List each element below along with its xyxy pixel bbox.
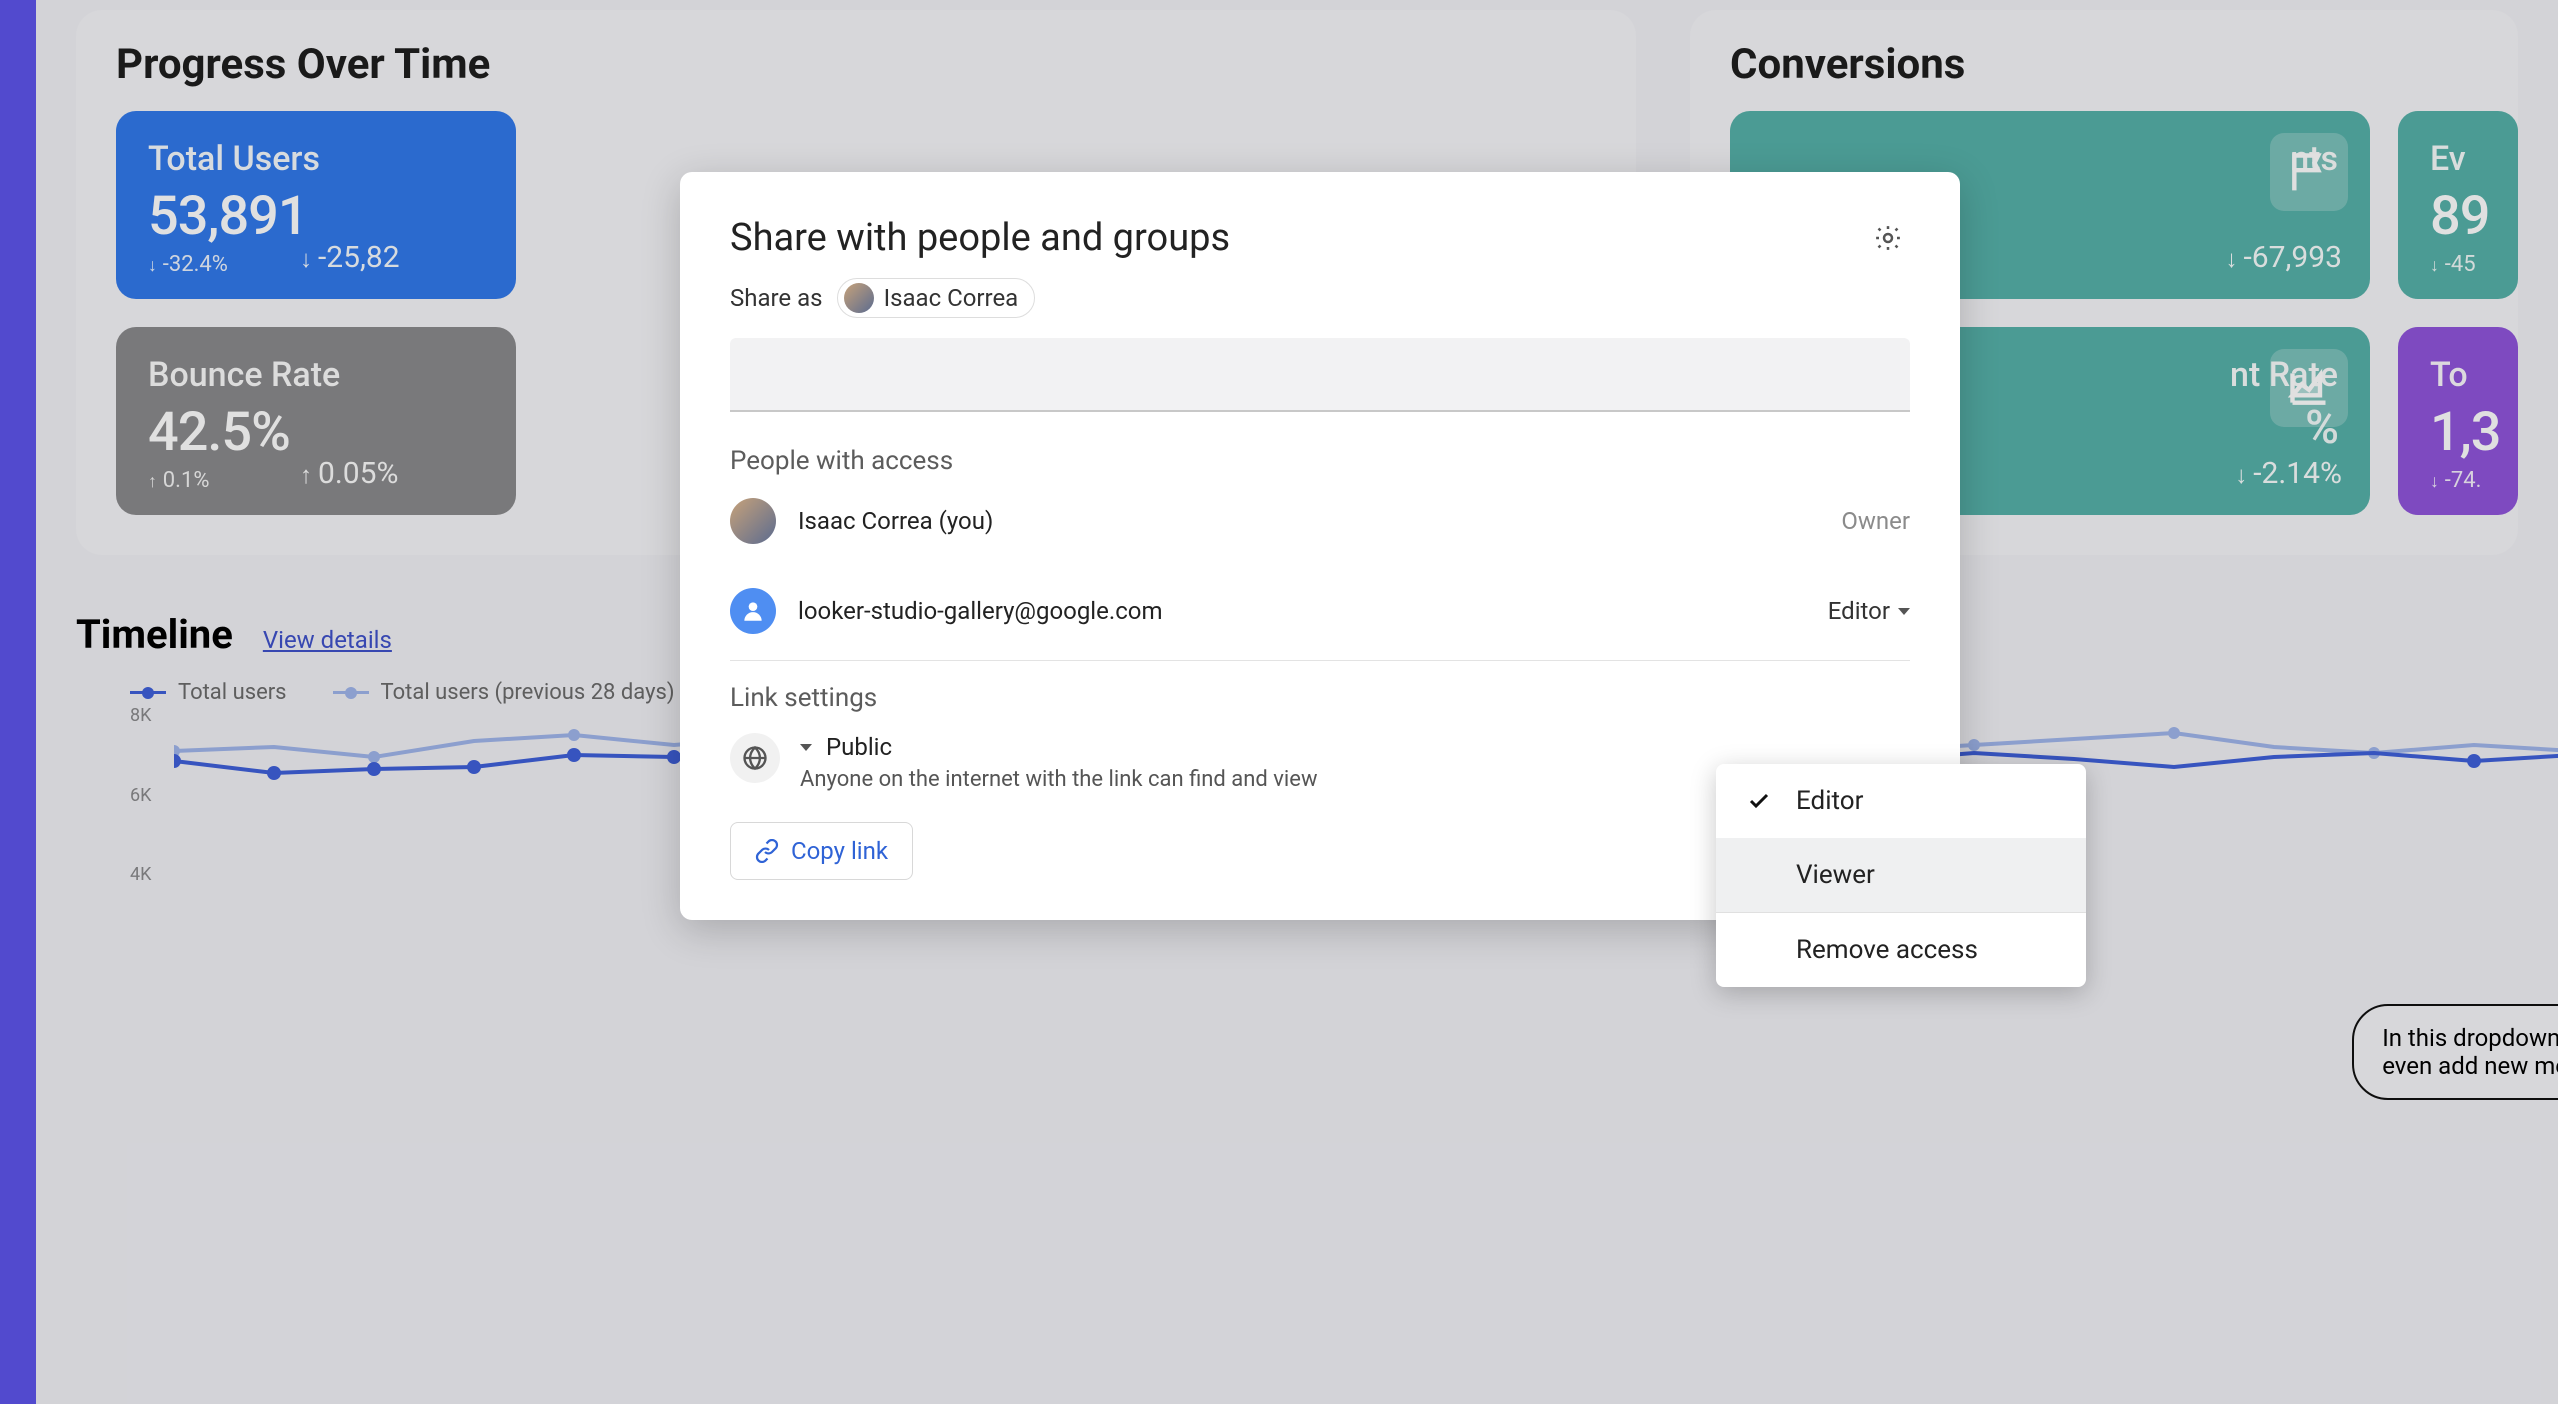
dropdown-item-label: Remove access bbox=[1796, 935, 1978, 965]
left-rail bbox=[0, 0, 36, 1404]
person-row: Isaac Correa (you) Owner bbox=[730, 476, 1910, 566]
person-row: looker-studio-gallery@google.com Editor bbox=[730, 566, 1910, 656]
card-delta2: 0.05% bbox=[318, 456, 398, 491]
share-as-chip[interactable]: Isaac Correa bbox=[837, 278, 1036, 318]
dropdown-item-editor[interactable]: Editor bbox=[1716, 764, 2086, 838]
role-dropdown-label: Editor bbox=[1828, 597, 1890, 625]
arrow-up-icon bbox=[300, 456, 312, 491]
link-visibility-label: Public bbox=[826, 733, 892, 761]
role-dropdown-trigger[interactable]: Editor bbox=[1828, 597, 1910, 625]
card-title: Total Users bbox=[148, 139, 484, 179]
legend-marker-icon bbox=[130, 691, 166, 694]
person-role: Owner bbox=[1841, 507, 1910, 535]
chevron-down-icon bbox=[1898, 608, 1910, 615]
card-bounce-rate[interactable]: Bounce Rate 42.5% 0.1% 0.05% bbox=[116, 327, 516, 515]
avatar-icon bbox=[844, 283, 874, 313]
flag-icon bbox=[2270, 133, 2348, 211]
card-delta2: -25,82 bbox=[318, 240, 400, 275]
timeline-title: Timeline bbox=[76, 611, 233, 658]
share-as-name: Isaac Correa bbox=[884, 284, 1019, 312]
legend-marker-icon bbox=[333, 691, 369, 694]
chevron-down-icon bbox=[800, 744, 812, 751]
arrow-down-icon bbox=[2430, 252, 2439, 277]
y-tick: 6K bbox=[130, 785, 151, 806]
settings-button[interactable] bbox=[1866, 216, 1910, 260]
arrow-down-icon bbox=[148, 252, 157, 277]
person-name: looker-studio-gallery@google.com bbox=[798, 597, 1163, 625]
arrow-down-icon bbox=[2226, 240, 2238, 275]
card-conversion-b-partial[interactable]: Ev 89 -45 bbox=[2398, 111, 2518, 299]
card-delta: -32.4% bbox=[163, 252, 228, 277]
share-as-label: Share as bbox=[730, 284, 823, 312]
y-tick: 8K bbox=[130, 705, 151, 726]
dropdown-item-remove-access[interactable]: Remove access bbox=[1716, 913, 2086, 987]
copy-link-button[interactable]: Copy link bbox=[730, 822, 913, 880]
dropdown-item-viewer[interactable]: Viewer bbox=[1716, 838, 2086, 912]
card-title-partial: To bbox=[2430, 355, 2518, 395]
people-with-access-heading: People with access bbox=[730, 446, 1910, 476]
card-value-partial: 89 bbox=[2430, 185, 2518, 248]
card-delta2: -2.14% bbox=[2253, 456, 2342, 491]
gear-icon bbox=[1873, 223, 1903, 253]
legend-label: Total users bbox=[178, 680, 287, 705]
conversions-title: Conversions bbox=[1730, 40, 2518, 89]
dropdown-item-label: Editor bbox=[1796, 786, 1863, 816]
card-title-partial: Ev bbox=[2430, 139, 2518, 179]
add-people-input[interactable] bbox=[730, 338, 1910, 412]
link-visibility-select[interactable]: Public bbox=[800, 733, 1910, 761]
role-dropdown-menu: Editor Viewer Remove access bbox=[1716, 764, 2086, 987]
card-delta-partial: -45 bbox=[2445, 252, 2476, 277]
globe-icon bbox=[730, 733, 780, 783]
legend-label: Total users (previous 28 days) bbox=[381, 680, 675, 705]
y-tick: 4K bbox=[130, 864, 151, 885]
annotation-line: even add new me bbox=[2382, 1052, 2558, 1080]
dropdown-item-label: Viewer bbox=[1796, 860, 1875, 890]
card-total-users[interactable]: Total Users 53,891 -32.4% -25,82 bbox=[116, 111, 516, 299]
share-dialog-title: Share with people and groups bbox=[730, 216, 1230, 260]
card-delta2: -67,993 bbox=[2244, 240, 2343, 275]
arrow-up-icon bbox=[148, 468, 157, 493]
card-title: Bounce Rate bbox=[148, 355, 484, 395]
card-delta: 0.1% bbox=[163, 468, 210, 493]
arrow-down-icon bbox=[2430, 468, 2439, 493]
annotation-callout: In this dropdown, even add new me bbox=[2352, 1004, 2558, 1100]
copy-link-label: Copy link bbox=[791, 837, 888, 865]
arrow-down-icon bbox=[2235, 456, 2247, 491]
avatar-icon bbox=[730, 588, 776, 634]
person-name: Isaac Correa (you) bbox=[798, 507, 993, 535]
progress-title: Progress Over Time bbox=[116, 40, 1596, 89]
view-details-link[interactable]: View details bbox=[263, 626, 392, 654]
check-icon bbox=[1744, 789, 1774, 813]
divider bbox=[730, 660, 1910, 661]
card-conversion-b2-partial[interactable]: To 1,3 -74. bbox=[2398, 327, 2518, 515]
link-icon bbox=[755, 839, 779, 863]
arrow-down-icon bbox=[300, 240, 312, 275]
avatar-icon bbox=[730, 498, 776, 544]
card-value-partial: 1,3 bbox=[2430, 401, 2518, 464]
link-settings-heading: Link settings bbox=[730, 683, 1910, 713]
card-value: 42.5% bbox=[148, 401, 484, 464]
card-delta-partial: -74. bbox=[2445, 468, 2482, 493]
annotation-line: In this dropdown, bbox=[2382, 1024, 2558, 1052]
card-value: 53,891 bbox=[148, 185, 484, 248]
